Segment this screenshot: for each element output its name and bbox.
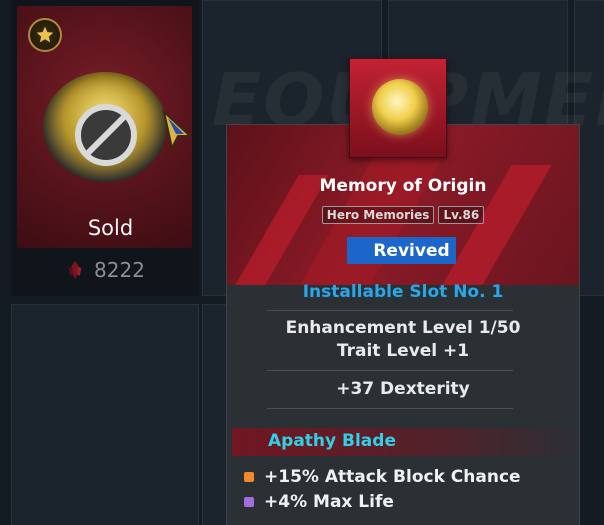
sell-price: 8222 [94, 258, 145, 282]
divider [267, 310, 513, 311]
memory-orb-icon [372, 79, 428, 135]
sold-label: Sold [87, 216, 134, 240]
set-effect-text: +15% Attack Block Chance [264, 467, 521, 487]
mouse-cursor-icon [162, 110, 193, 150]
price-row: 8222 [17, 258, 192, 282]
enhancement-level: Enhancement Level 1/50 [285, 318, 521, 338]
set-name: Apathy Blade [268, 431, 396, 451]
prohibited-icon [75, 104, 137, 166]
set-effect-item: +4% Max Life [244, 492, 394, 512]
star-icon [28, 18, 62, 52]
revived-badge: Revived [347, 237, 456, 264]
set-effect-text: +4% Max Life [264, 492, 394, 512]
divider [267, 408, 513, 409]
trait-level: Trait Level +1 [336, 341, 470, 361]
set-effect-item: +15% Attack Block Chance [244, 467, 521, 487]
revived-label: Revived [373, 240, 450, 261]
crescent-moon-icon [245, 434, 253, 448]
item-icon-frame [349, 58, 447, 158]
divider [267, 370, 513, 371]
inventory-slot[interactable] [11, 304, 199, 525]
crescent-moon-icon [356, 242, 365, 259]
orange-bullet-icon [244, 472, 254, 482]
level-tag: Lv.86 [438, 206, 485, 224]
purple-bullet-icon [244, 497, 254, 507]
red-crystal-icon [68, 260, 82, 280]
item-name: Memory of Origin [319, 176, 487, 196]
main-stat: +37 Dexterity [336, 379, 470, 399]
category-tag: Hero Memories [321, 206, 435, 224]
item-tags: Hero Memories Lv.86 [226, 206, 580, 224]
installable-slot: Installable Slot No. 1 [302, 282, 504, 302]
